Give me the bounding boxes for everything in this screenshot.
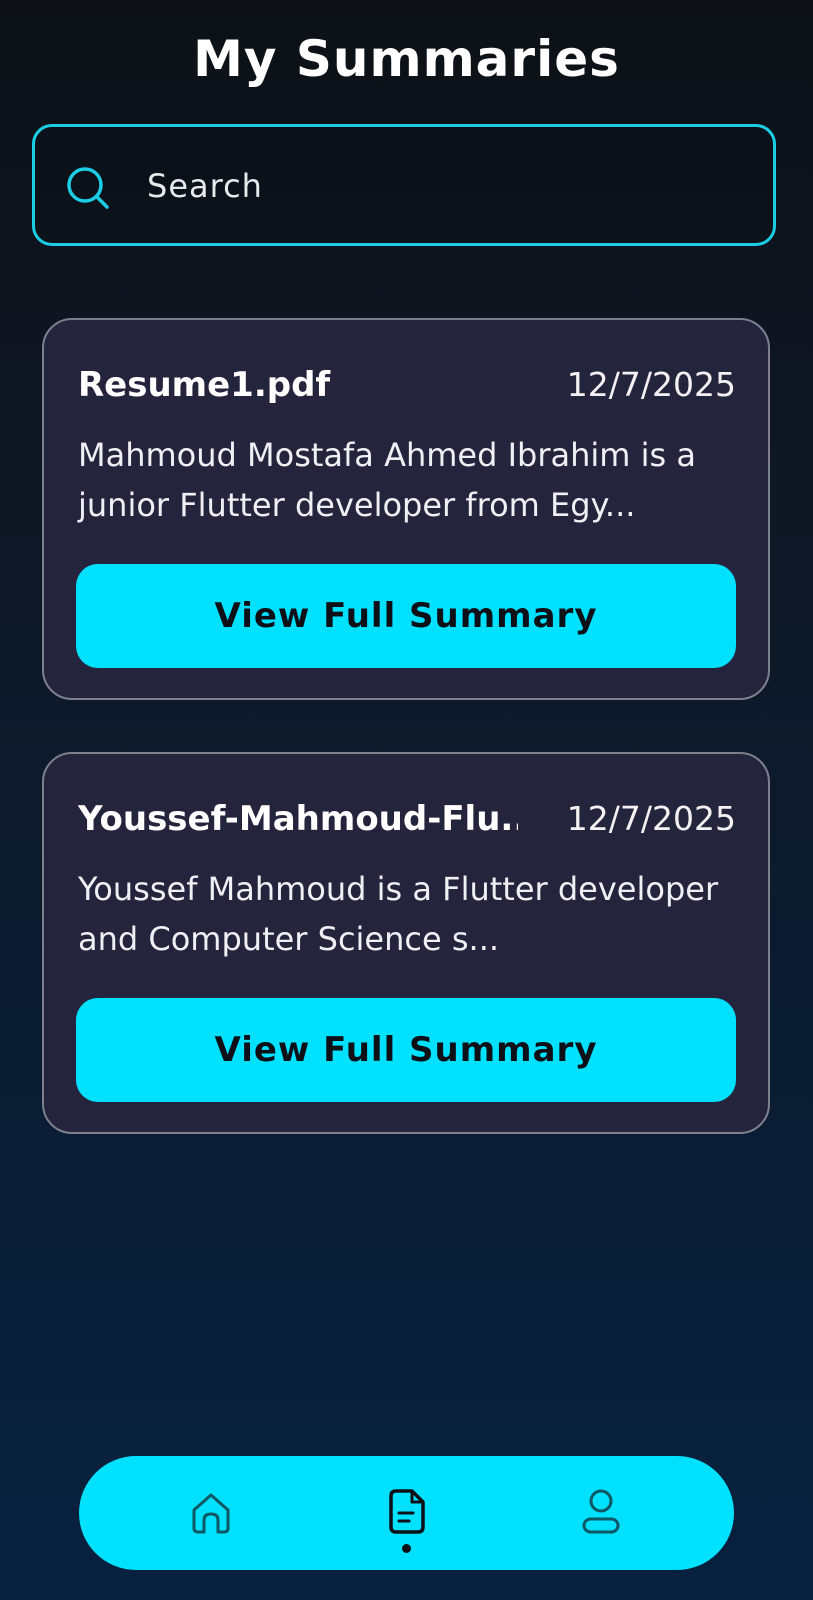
home-icon	[192, 1493, 230, 1534]
nav-item-summaries[interactable]	[347, 1456, 467, 1570]
page-title: My Summaries	[193, 30, 620, 88]
view-full-summary-button[interactable]: View Full Summary	[76, 564, 736, 668]
summaries-icon	[389, 1489, 425, 1534]
summary-card: Resume1.pdf 12/7/2025 Mahmoud Mostafa Ah…	[42, 318, 770, 700]
summary-date: 12/7/2025	[566, 799, 736, 838]
active-indicator-dot	[402, 1544, 411, 1553]
search-icon	[67, 167, 109, 209]
summary-description: Youssef Mahmoud is a Flutter developer a…	[78, 870, 719, 958]
bottom-navigation-bar	[79, 1456, 734, 1570]
profile-icon	[582, 1489, 620, 1534]
summary-date: 12/7/2025	[566, 365, 736, 404]
search-bar[interactable]	[32, 124, 776, 246]
summary-card: Youssef-Mahmoud-Flu... 12/7/2025 Youssef…	[42, 752, 770, 1134]
nav-item-home[interactable]	[151, 1456, 271, 1570]
nav-item-profile[interactable]	[541, 1456, 661, 1570]
search-input[interactable]	[145, 155, 749, 217]
summary-file-name: Youssef-Mahmoud-Flu...	[78, 799, 518, 839]
summary-description: Mahmoud Mostafa Ahmed Ibrahim is a junio…	[78, 436, 696, 524]
view-full-summary-button[interactable]: View Full Summary	[76, 998, 736, 1102]
summary-file-name: Resume1.pdf	[78, 365, 331, 405]
